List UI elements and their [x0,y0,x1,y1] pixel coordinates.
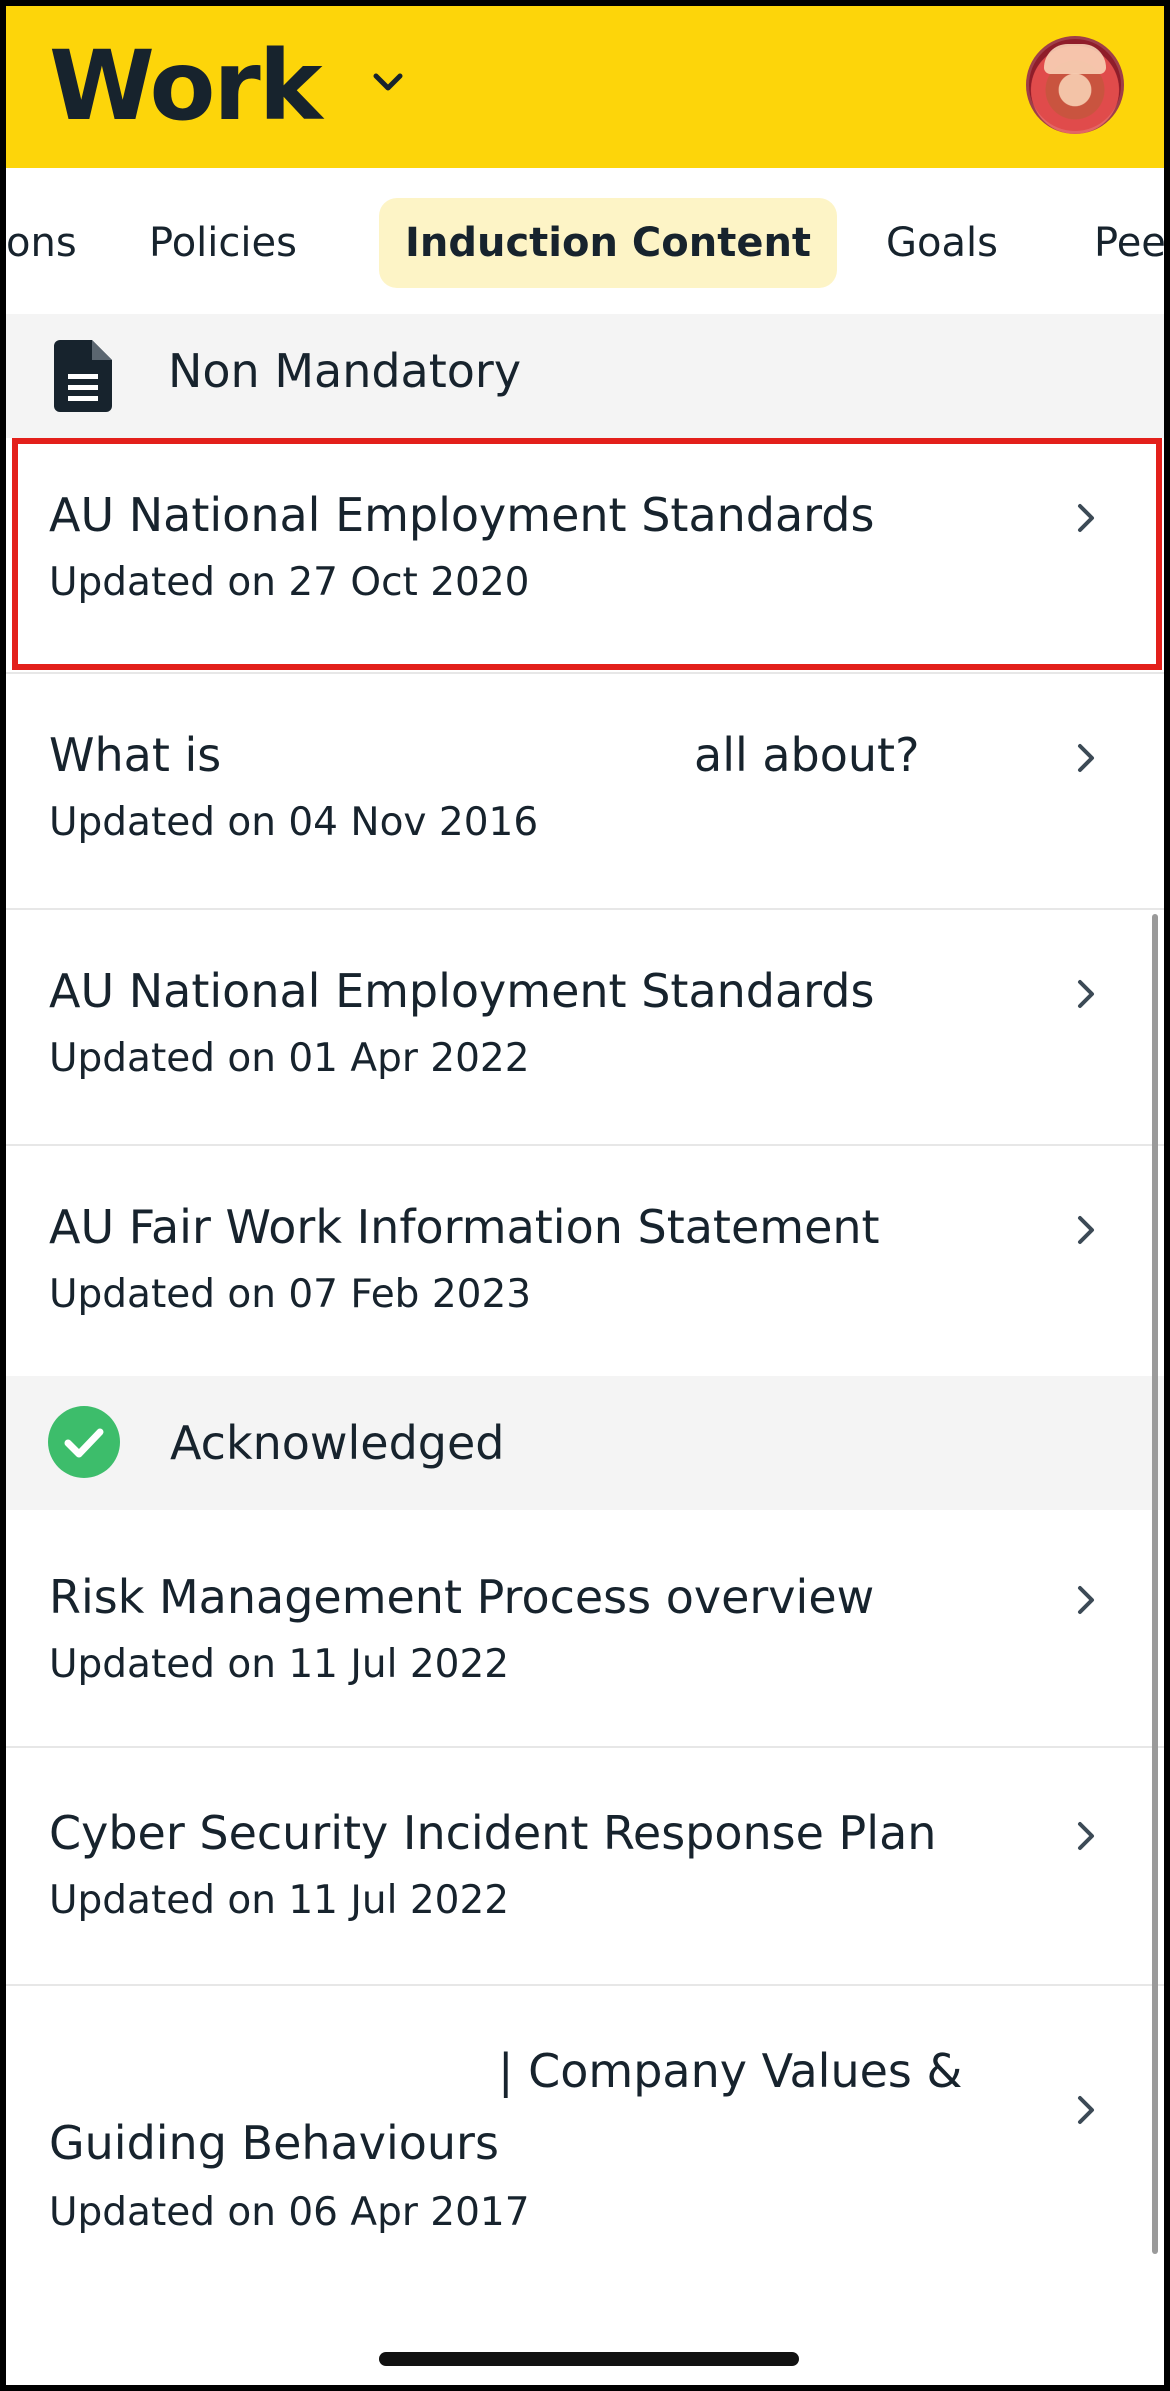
item-title: AU Fair Work Information Statement [49,1200,880,1254]
item-title: Risk Management Process overview [49,1570,875,1624]
item-date: Updated on 06 Apr 2017 [49,2190,530,2235]
section-label: Acknowledged [170,1416,505,1470]
list-item[interactable]: AU National Employment Standards Updated… [6,910,1164,1146]
list-item[interactable]: AU National Employment Standards Updated… [6,438,1164,674]
item-title-start: What is [49,728,222,782]
check-circle-icon [48,1406,120,1478]
home-indicator[interactable] [379,2352,799,2366]
list-item[interactable]: Risk Management Process overview Updated… [6,1510,1164,1748]
item-title: Cyber Security Incident Response Plan [49,1806,937,1860]
item-date: Updated on 04 Nov 2016 [49,800,539,845]
item-title-end: all about? [694,728,920,782]
app-screen: Work ons Policies Induction Content Goal… [6,6,1164,2385]
tab-policies[interactable]: Policies [149,198,297,288]
item-date: Updated on 07 Feb 2023 [49,1272,532,1317]
list-item[interactable]: Cyber Security Incident Response Plan Up… [6,1748,1164,1986]
section-label: Non Mandatory [168,344,522,398]
scrollbar[interactable] [1152,914,1158,2254]
item-date: Updated on 11 Jul 2022 [49,1878,510,1923]
item-date: Updated on 11 Jul 2022 [49,1642,510,1687]
item-title-line1: | Company Values & [498,2044,963,2098]
top-app-bar: Work [6,6,1164,168]
list-item[interactable]: AU Fair Work Information Statement Updat… [6,1146,1164,1382]
chevron-right-icon [1078,1216,1094,1244]
tab-induction-content[interactable]: Induction Content [379,198,838,288]
item-title: AU National Employment Standards [49,964,875,1018]
item-date: Updated on 27 Oct 2020 [49,560,530,605]
list-item[interactable]: What is all about? Updated on 04 Nov 201… [6,674,1164,910]
tab-peer[interactable]: Pee [1094,198,1164,288]
section-non-mandatory: Non Mandatory [6,314,1164,438]
workspace-title[interactable]: Work [49,26,323,146]
document-icon [54,340,112,412]
chevron-right-icon [1078,1586,1094,1614]
chevron-down-icon[interactable] [368,62,408,102]
tab-bar: ons Policies Induction Content Goals Pee [6,168,1164,316]
item-date: Updated on 01 Apr 2022 [49,1036,530,1081]
chevron-right-icon [1078,980,1094,1008]
section-acknowledged: Acknowledged [6,1376,1164,1510]
chevron-right-icon [1078,744,1094,772]
tab-goals[interactable]: Goals [886,198,998,288]
chevron-right-icon [1078,1822,1094,1850]
chevron-right-icon [1078,504,1094,532]
chevron-right-icon [1078,2096,1094,2124]
item-title: AU National Employment Standards [49,488,875,542]
avatar[interactable] [1026,36,1124,134]
list-item[interactable]: | Company Values & Guiding Behaviours Up… [6,1986,1164,2286]
item-title-line2: Guiding Behaviours [49,2116,499,2170]
tab-previous[interactable]: ons [6,198,77,288]
